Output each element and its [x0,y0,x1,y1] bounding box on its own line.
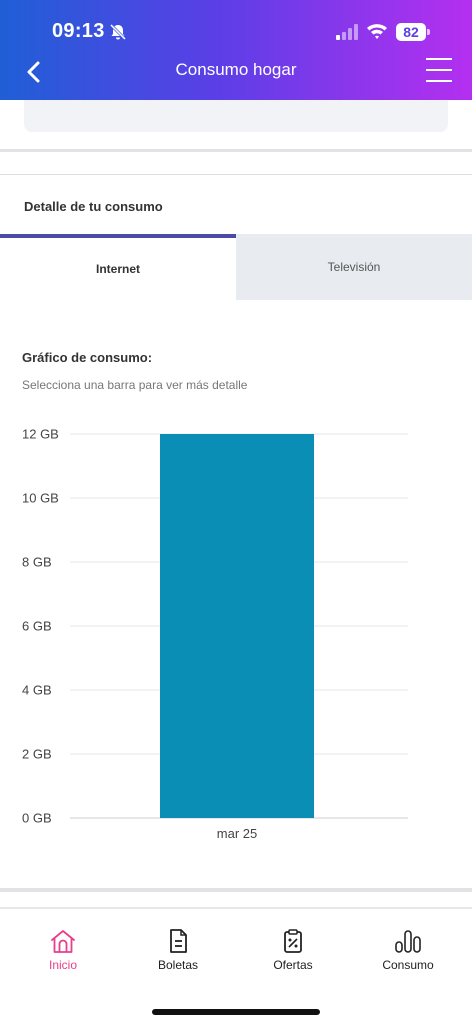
y-tick-label: 2 GB [22,747,52,762]
hamburger-menu-icon[interactable] [426,58,454,84]
divider [0,174,472,175]
nav-label: Inicio [48,958,77,972]
previous-card [24,100,448,132]
status-bar: 09:13 82 [0,0,472,54]
bar-chart-icon [395,930,421,953]
nav-bar: Consumo hogar [0,50,472,96]
tab-internet[interactable]: Internet [0,234,236,300]
divider [0,149,472,152]
y-tick-label: 12 GB [22,427,59,442]
detail-section-title: Detalle de tu consumo [24,199,163,214]
consumption-tabs: Internet Televisión [0,234,472,300]
bottom-navigation: Inicio Boletas Ofertas Consumo [0,910,472,1024]
consumption-bar-chart: 0 GB 2 GB 4 GB 6 GB 8 GB 10 GB 12 GB mar 25 [22,427,408,841]
y-tick-label: 10 GB [22,491,59,506]
app-header: 09:13 82 Consumo hogar [0,0,472,100]
nav-label: Boletas [157,958,199,972]
bell-off-icon [109,23,127,41]
home-icon [51,930,75,953]
y-tick-label: 6 GB [22,619,52,634]
nav-item-consumo[interactable]: Consumo [349,928,467,972]
chart-bar[interactable] [160,434,314,818]
x-tick-label: mar 25 [217,826,257,841]
divider [0,888,472,892]
home-indicator [152,1009,320,1015]
document-icon [170,929,187,953]
y-tick-label: 0 GB [22,811,52,826]
nav-item-inicio[interactable]: Inicio [4,928,122,972]
page-title: Consumo hogar [175,60,297,79]
nav-item-ofertas[interactable]: Ofertas [234,928,352,972]
nav-label: Consumo [382,958,434,972]
tab-television[interactable]: Televisión [236,234,472,300]
divider [0,907,472,909]
y-tick-label: 8 GB [22,555,52,570]
battery-level: 82 [396,23,426,41]
offers-clipboard-icon [284,929,302,953]
signal-icon [336,24,358,40]
battery-icon: 82 [396,23,430,41]
chart-heading: Gráfico de consumo: [22,350,153,365]
wifi-icon [367,24,387,39]
nav-label: Ofertas [273,958,313,972]
nav-item-boletas[interactable]: Boletas [119,928,237,972]
y-tick-label: 4 GB [22,683,52,698]
status-time: 09:13 [52,20,105,42]
chart-instructions: Selecciona una barra para ver más detall… [22,378,248,392]
